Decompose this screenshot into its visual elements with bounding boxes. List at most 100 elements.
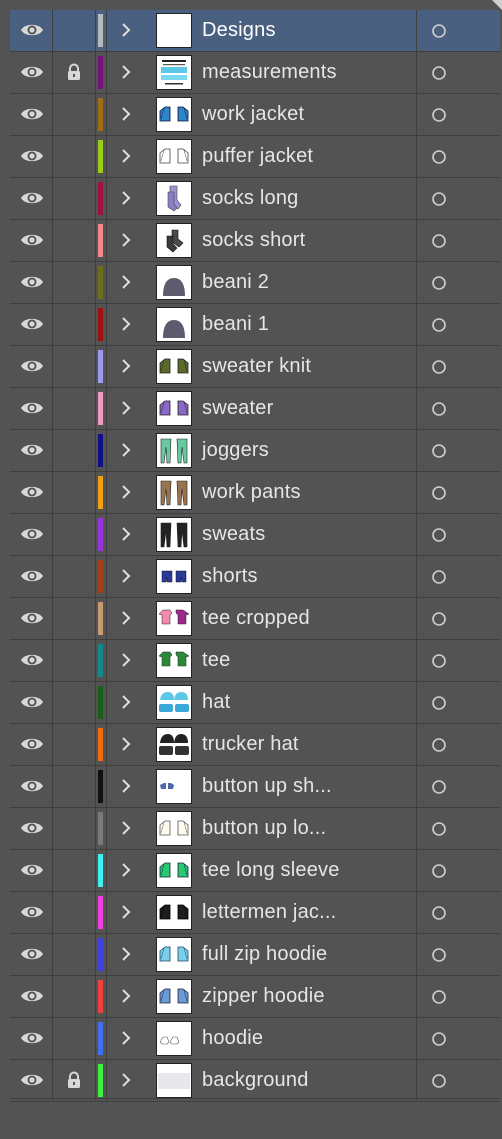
layer-name[interactable]: button up sh... [202, 766, 332, 807]
visibility-toggle[interactable] [10, 346, 53, 387]
target-button[interactable] [417, 430, 459, 471]
layer-name[interactable]: sweats [202, 514, 265, 555]
layer-row-background[interactable]: background [10, 1060, 500, 1102]
expand-toggle[interactable] [110, 94, 140, 135]
layer-name[interactable]: Designs [202, 10, 276, 51]
target-button[interactable] [417, 178, 459, 219]
layer-row-tee[interactable]: tee [10, 640, 500, 682]
expand-toggle[interactable] [110, 262, 140, 303]
target-button[interactable] [417, 304, 459, 345]
layer-row-trucker-hat[interactable]: trucker hat [10, 724, 500, 766]
layer-row-designs[interactable]: Designs [10, 10, 500, 52]
layer-row-shorts[interactable]: shorts [10, 556, 500, 598]
expand-toggle[interactable] [110, 1060, 140, 1101]
layer-name[interactable]: beani 2 [202, 262, 269, 303]
layer-name[interactable]: socks long [202, 178, 299, 219]
target-button[interactable] [417, 892, 459, 933]
layer-name[interactable]: shorts [202, 556, 258, 597]
target-button[interactable] [417, 346, 459, 387]
layer-name[interactable]: beani 1 [202, 304, 269, 345]
layer-row-work-jacket[interactable]: work jacket [10, 94, 500, 136]
lock-toggle[interactable] [53, 388, 96, 429]
lock-toggle[interactable] [53, 430, 96, 471]
lock-toggle[interactable] [53, 514, 96, 555]
lock-toggle[interactable] [53, 766, 96, 807]
layer-row-sweats[interactable]: sweats [10, 514, 500, 556]
layer-name[interactable]: work pants [202, 472, 301, 513]
visibility-toggle[interactable] [10, 1018, 53, 1059]
lock-toggle[interactable] [53, 346, 96, 387]
lock-toggle[interactable] [53, 556, 96, 597]
target-button[interactable] [417, 472, 459, 513]
expand-toggle[interactable] [110, 556, 140, 597]
layer-name[interactable]: tee [202, 640, 230, 681]
layer-name[interactable]: full zip hoodie [202, 934, 327, 975]
layer-row-work-pants[interactable]: work pants [10, 472, 500, 514]
expand-toggle[interactable] [110, 598, 140, 639]
target-button[interactable] [417, 808, 459, 849]
lock-toggle[interactable] [53, 598, 96, 639]
visibility-toggle[interactable] [10, 178, 53, 219]
layer-row-socks-short[interactable]: socks short [10, 220, 500, 262]
expand-toggle[interactable] [110, 892, 140, 933]
expand-toggle[interactable] [110, 304, 140, 345]
target-button[interactable] [417, 1060, 459, 1101]
lock-toggle[interactable] [53, 220, 96, 261]
visibility-toggle[interactable] [10, 1060, 53, 1101]
layer-name[interactable]: puffer jacket [202, 136, 313, 177]
target-button[interactable] [417, 976, 459, 1017]
visibility-toggle[interactable] [10, 598, 53, 639]
visibility-toggle[interactable] [10, 472, 53, 513]
visibility-toggle[interactable] [10, 94, 53, 135]
layer-row-button-up-sh[interactable]: button up sh... [10, 766, 500, 808]
visibility-toggle[interactable] [10, 766, 53, 807]
lock-toggle[interactable] [53, 934, 96, 975]
expand-toggle[interactable] [110, 388, 140, 429]
layer-name[interactable]: background [202, 1060, 309, 1101]
lock-toggle[interactable] [53, 976, 96, 1017]
target-button[interactable] [417, 262, 459, 303]
layer-row-lettermen-jac[interactable]: lettermen jac... [10, 892, 500, 934]
lock-toggle[interactable] [53, 136, 96, 177]
expand-toggle[interactable] [110, 766, 140, 807]
lock-toggle[interactable] [53, 892, 96, 933]
layer-row-sweater-knit[interactable]: sweater knit [10, 346, 500, 388]
expand-toggle[interactable] [110, 976, 140, 1017]
visibility-toggle[interactable] [10, 850, 53, 891]
expand-toggle[interactable] [110, 472, 140, 513]
target-button[interactable] [417, 766, 459, 807]
expand-toggle[interactable] [110, 808, 140, 849]
layer-name[interactable]: socks short [202, 220, 305, 261]
expand-toggle[interactable] [110, 934, 140, 975]
target-button[interactable] [417, 1018, 459, 1059]
target-button[interactable] [417, 598, 459, 639]
visibility-toggle[interactable] [10, 724, 53, 765]
visibility-toggle[interactable] [10, 136, 53, 177]
lock-toggle[interactable] [53, 1018, 96, 1059]
layer-row-beani-2[interactable]: beani 2 [10, 262, 500, 304]
target-button[interactable] [417, 136, 459, 177]
lock-toggle[interactable] [53, 808, 96, 849]
target-button[interactable] [417, 220, 459, 261]
visibility-toggle[interactable] [10, 640, 53, 681]
visibility-toggle[interactable] [10, 556, 53, 597]
target-button[interactable] [417, 724, 459, 765]
visibility-toggle[interactable] [10, 430, 53, 471]
target-button[interactable] [417, 514, 459, 555]
lock-toggle[interactable] [53, 262, 96, 303]
lock-toggle[interactable] [53, 850, 96, 891]
expand-toggle[interactable] [110, 220, 140, 261]
layer-row-tee-cropped[interactable]: tee cropped [10, 598, 500, 640]
visibility-toggle[interactable] [10, 220, 53, 261]
target-button[interactable] [417, 52, 459, 93]
layer-row-beani-1[interactable]: beani 1 [10, 304, 500, 346]
layer-row-hoodie[interactable]: hoodie [10, 1018, 500, 1060]
visibility-toggle[interactable] [10, 388, 53, 429]
visibility-toggle[interactable] [10, 10, 53, 51]
visibility-toggle[interactable] [10, 514, 53, 555]
layer-row-sweater[interactable]: sweater [10, 388, 500, 430]
layer-name[interactable]: trucker hat [202, 724, 299, 765]
layer-row-zipper-hoodie[interactable]: zipper hoodie [10, 976, 500, 1018]
visibility-toggle[interactable] [10, 892, 53, 933]
expand-toggle[interactable] [110, 10, 140, 51]
